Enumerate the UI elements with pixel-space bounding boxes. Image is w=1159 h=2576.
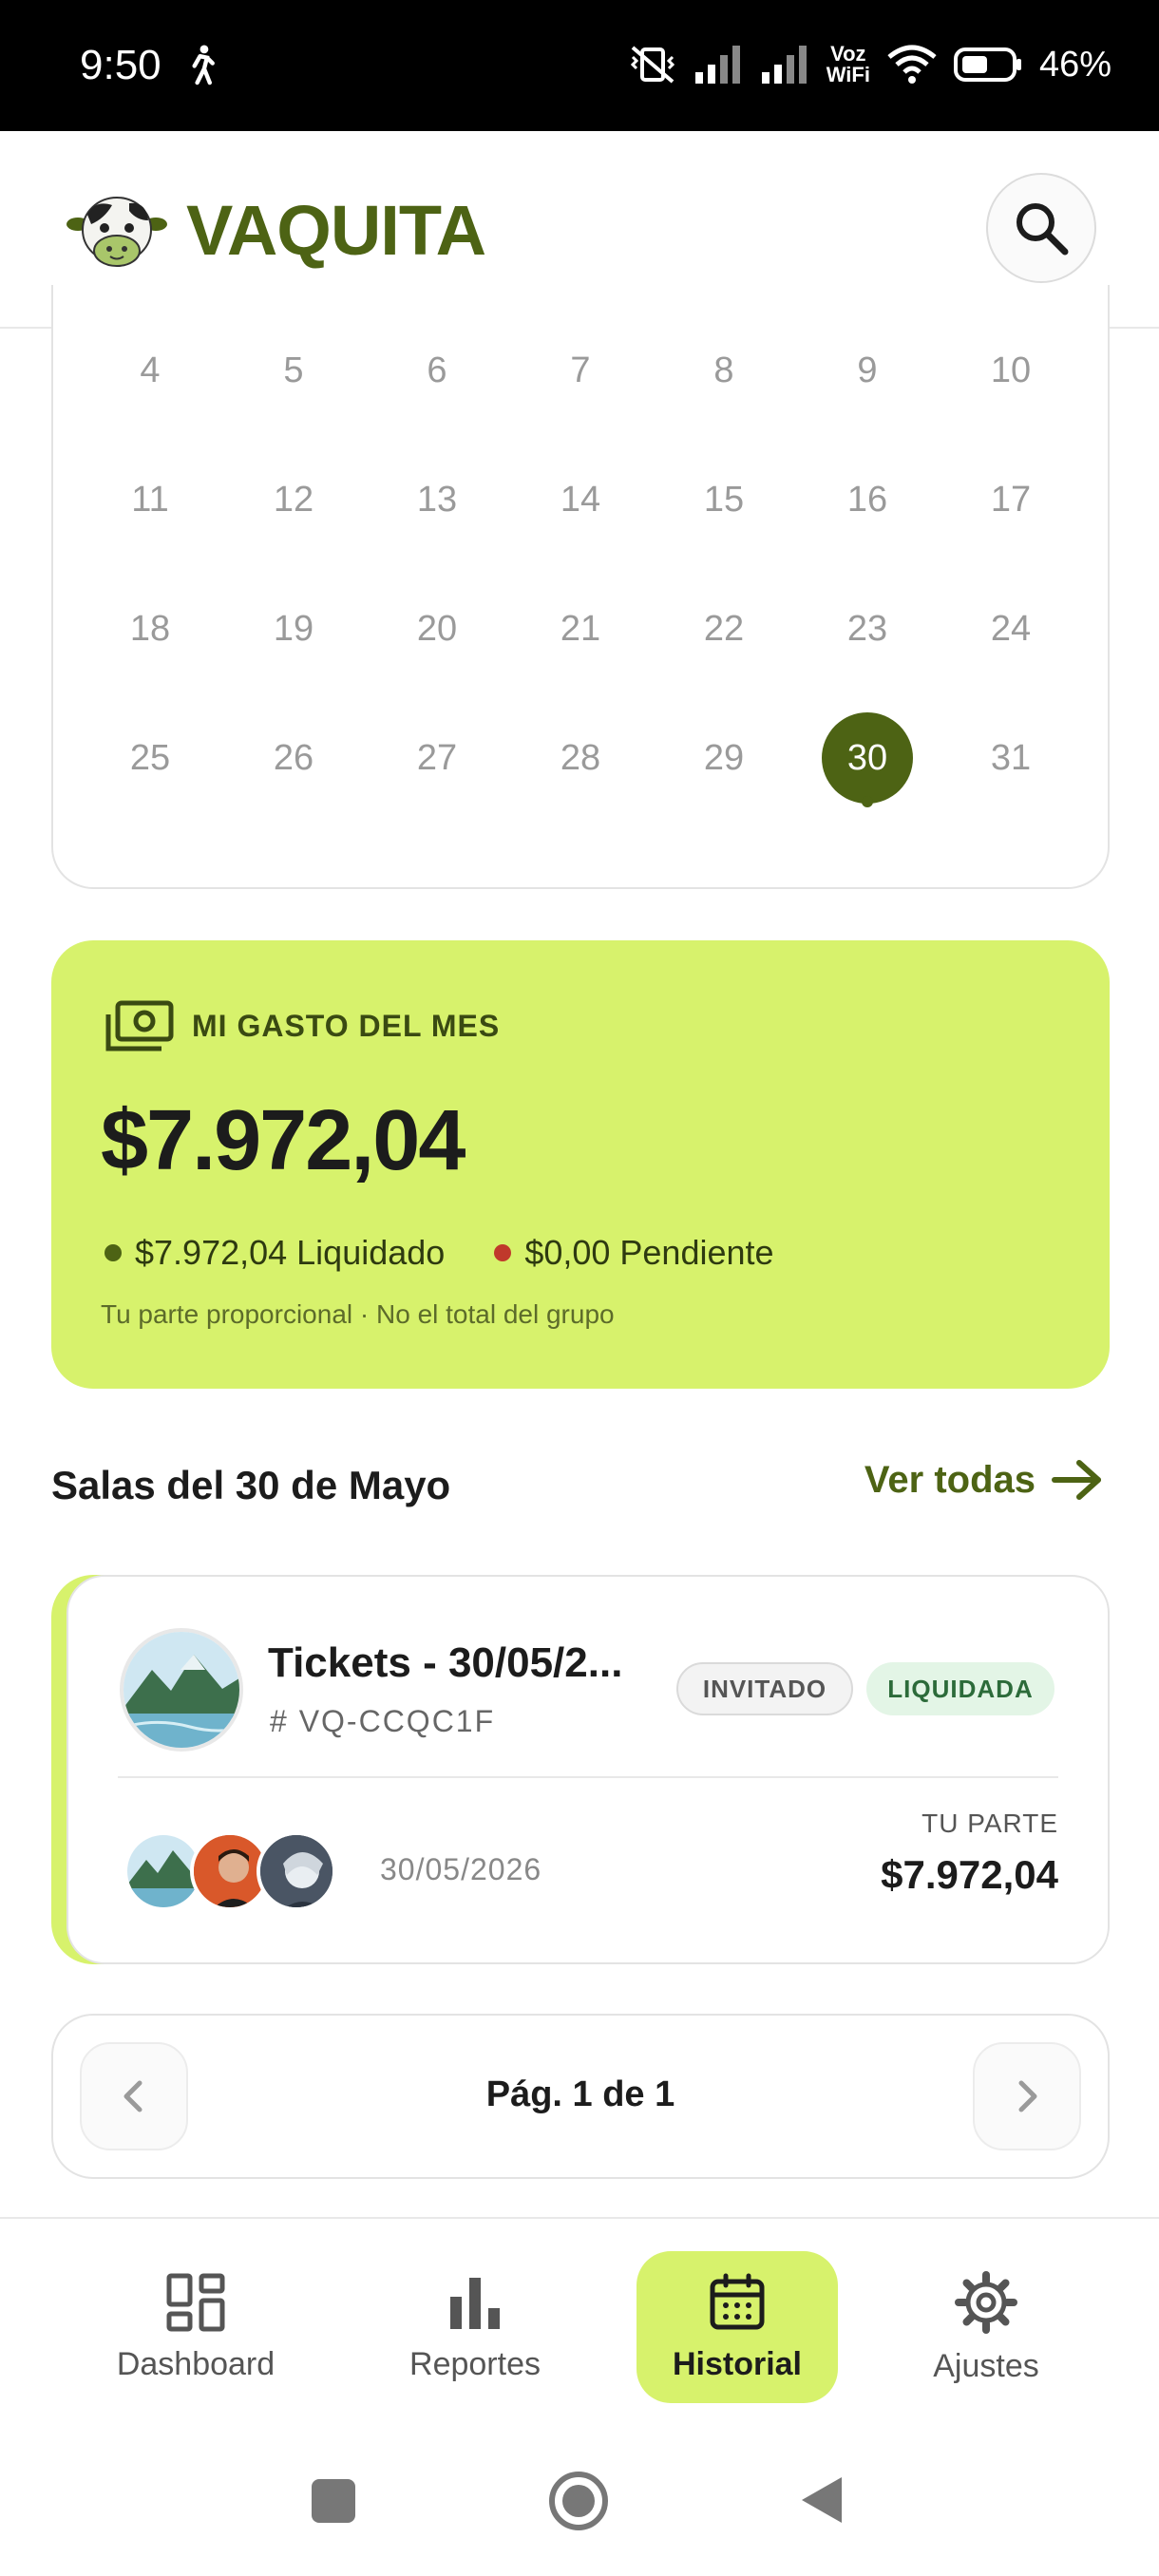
calendar-day[interactable]: 20 <box>390 581 484 676</box>
nav-reportes-label: Reportes <box>409 2345 541 2382</box>
calendar-day[interactable]: 25 <box>103 710 198 805</box>
member-avatars <box>124 1831 342 1911</box>
calendar-day[interactable]: 15 <box>676 452 771 547</box>
room-card-body: Tickets - 30/05/2... # VQ-CCQC1F INVITAD… <box>66 1575 1110 1964</box>
cow-logo-icon <box>66 197 167 267</box>
room-avatar <box>120 1628 243 1752</box>
divider <box>118 1776 1058 1778</box>
home-button[interactable] <box>547 2470 610 2532</box>
calendar-day[interactable]: 14 <box>533 452 628 547</box>
share-amount: $7.972,04 <box>881 1852 1058 1897</box>
pagination: Pág. 1 de 1 <box>51 2014 1110 2179</box>
signal-icon-2 <box>761 46 807 84</box>
see-all-label: Ver todas <box>864 1458 1036 1501</box>
month-spend-note: Tu parte proporcional · No el total del … <box>101 1299 615 1329</box>
page-indicator: Pág. 1 de 1 <box>485 2074 675 2114</box>
see-all-link[interactable]: Ver todas <box>864 1457 1104 1503</box>
battery-icon <box>953 47 1021 82</box>
chevron-right-icon <box>1018 2080 1037 2112</box>
calendar-day[interactable]: 19 <box>246 581 341 676</box>
nav-dashboard[interactable]: Dashboard <box>95 2251 296 2403</box>
calendar-day[interactable]: 7 <box>533 323 628 418</box>
month-spend-status: $7.972,04 Liquidado $0,00 Pendiente <box>104 1233 774 1273</box>
calendar-day[interactable]: 24 <box>963 581 1058 676</box>
calendar-day[interactable]: 27 <box>390 710 484 805</box>
dashboard-icon <box>166 2273 225 2331</box>
pending-amount: $0,00 Pendiente <box>524 1233 774 1272</box>
room-name: Tickets - 30/05/2... <box>268 1639 623 1686</box>
month-spend-label: MI GASTO DEL MES <box>192 1008 501 1043</box>
month-spend-amount: $7.972,04 <box>101 1093 466 1188</box>
calendar-day[interactable]: 18 <box>103 581 198 676</box>
nav-dashboard-label: Dashboard <box>116 2345 276 2382</box>
calendar-day[interactable]: 29 <box>676 710 771 805</box>
calendar-day[interactable]: 22 <box>676 581 771 676</box>
calendar-day[interactable]: 9 <box>820 323 915 418</box>
room-date: 30/05/2026 <box>380 1852 542 1886</box>
calendar-day[interactable]: 5 <box>246 323 341 418</box>
calendar-day[interactable]: 8 <box>676 323 771 418</box>
app-title: VAQUITA <box>186 191 486 270</box>
calendar-day[interactable]: 13 <box>390 452 484 547</box>
calendar-icon <box>710 2273 765 2329</box>
walking-icon <box>192 45 215 85</box>
room-card[interactable]: Tickets - 30/05/2... # VQ-CCQC1F INVITAD… <box>51 1575 1110 1964</box>
section-title: Salas del 30 de Mayo <box>51 1463 451 1507</box>
search-button[interactable] <box>986 173 1096 283</box>
settled-dot <box>104 1244 122 1261</box>
calendar-day[interactable]: 6 <box>390 323 484 418</box>
room-code: # VQ-CCQC1F <box>270 1704 496 1738</box>
bottom-nav: Dashboard Reportes Historial Ajustes <box>0 2217 1159 2435</box>
calendar-day[interactable]: 10 <box>963 323 1058 418</box>
selected-day-dot <box>862 796 873 807</box>
calendar-day[interactable]: 23 <box>820 581 915 676</box>
wifi-icon <box>887 45 937 84</box>
calendar-day[interactable]: 31 <box>963 710 1058 805</box>
pending-dot <box>494 1244 512 1261</box>
calendar-day[interactable]: 21 <box>533 581 628 676</box>
calendar-day[interactable]: 11 <box>103 452 198 547</box>
voz-wifi-label: Voz WiFi <box>826 42 870 86</box>
signal-icon <box>694 46 740 84</box>
back-button[interactable] <box>798 2473 846 2527</box>
settled-amount: $7.972,04 Liquidado <box>135 1233 446 1272</box>
role-badge: INVITADO <box>676 1662 853 1715</box>
nav-ajustes-label: Ajustes <box>933 2347 1039 2384</box>
calendar-day[interactable]: 26 <box>246 710 341 805</box>
search-icon <box>1016 203 1069 256</box>
calendar-day[interactable]: 17 <box>963 452 1058 547</box>
recents-button[interactable] <box>310 2477 357 2525</box>
system-nav-bar <box>0 2435 1159 2576</box>
nav-historial[interactable]: Historial <box>636 2251 838 2403</box>
calendar-day[interactable]: 28 <box>533 710 628 805</box>
nav-ajustes[interactable]: Ajustes <box>893 2251 1079 2403</box>
calendar-day-selected[interactable]: 30 <box>822 712 913 804</box>
month-spend-card: MI GASTO DEL MES $7.972,04 $7.972,04 Liq… <box>51 940 1110 1389</box>
status-bar: 9:50 Voz WiFi 46% <box>0 0 1159 131</box>
calendar-day[interactable]: 16 <box>820 452 915 547</box>
status-badge: LIQUIDADA <box>866 1662 1054 1715</box>
month-spend-header: MI GASTO DEL MES <box>104 999 500 1052</box>
gear-icon <box>955 2270 1017 2334</box>
next-page-button[interactable] <box>973 2042 1081 2150</box>
battery-percent: 46% <box>1038 44 1112 85</box>
share-label: TU PARTE <box>922 1809 1058 1838</box>
nav-historial-label: Historial <box>672 2345 803 2382</box>
vibrate-off-icon <box>630 46 674 84</box>
calendar-day[interactable]: 12 <box>246 452 341 547</box>
member-avatar <box>256 1831 336 1911</box>
bar-chart-icon <box>450 2277 500 2329</box>
landscape-icon <box>124 1632 239 1748</box>
calendar-card: 4 5 6 7 8 9 10 11 12 13 14 15 16 17 18 19 20 21 22 23 24 25 26… <box>51 285 1110 889</box>
money-icon <box>105 1000 174 1051</box>
person-icon <box>260 1835 332 1907</box>
status-time: 9:50 <box>80 42 162 88</box>
calendar-day[interactable]: 4 <box>103 323 198 418</box>
nav-reportes[interactable]: Reportes <box>376 2251 574 2403</box>
arrow-right-icon <box>1052 1460 1101 1500</box>
